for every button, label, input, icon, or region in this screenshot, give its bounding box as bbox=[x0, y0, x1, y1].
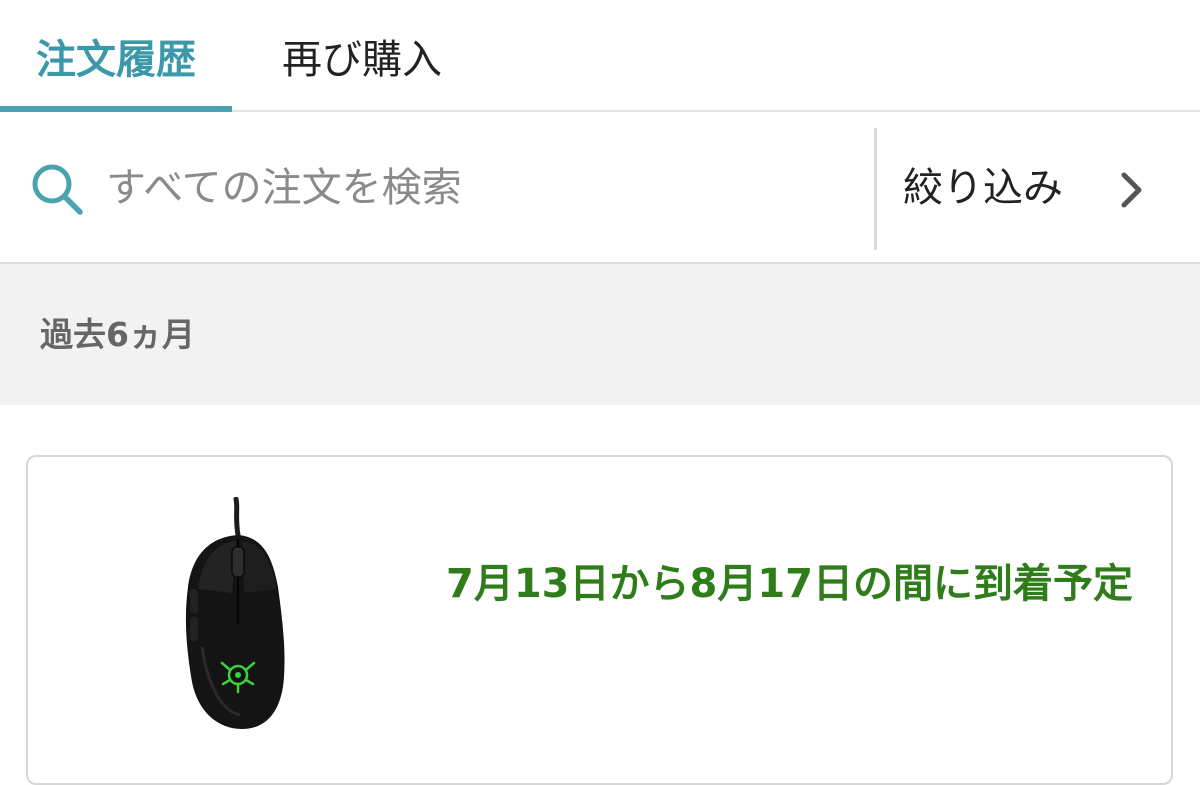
product-image[interactable] bbox=[178, 497, 298, 737]
section-title: 過去6ヵ月 bbox=[40, 315, 195, 354]
delivery-estimate: 7月13日から8月17日の間に到着予定 bbox=[446, 561, 1133, 607]
section-header: 過去6ヵ月 bbox=[0, 264, 1200, 405]
search-icon[interactable] bbox=[28, 160, 86, 218]
tab-buy-again[interactable]: 再び購入 bbox=[252, 0, 472, 112]
search-bar: 絞り込み bbox=[0, 112, 1200, 264]
tab-bar: 注文履歴 再び購入 bbox=[0, 0, 1200, 114]
filter-label: 絞り込み bbox=[903, 165, 1063, 211]
order-card[interactable]: 7月13日から8月17日の間に到着予定 bbox=[26, 455, 1173, 785]
chevron-right-icon bbox=[1121, 172, 1142, 208]
search-input[interactable] bbox=[106, 150, 846, 226]
tab-order-history[interactable]: 注文履歴 bbox=[0, 0, 232, 114]
filter-button[interactable]: 絞り込み bbox=[877, 112, 1200, 262]
